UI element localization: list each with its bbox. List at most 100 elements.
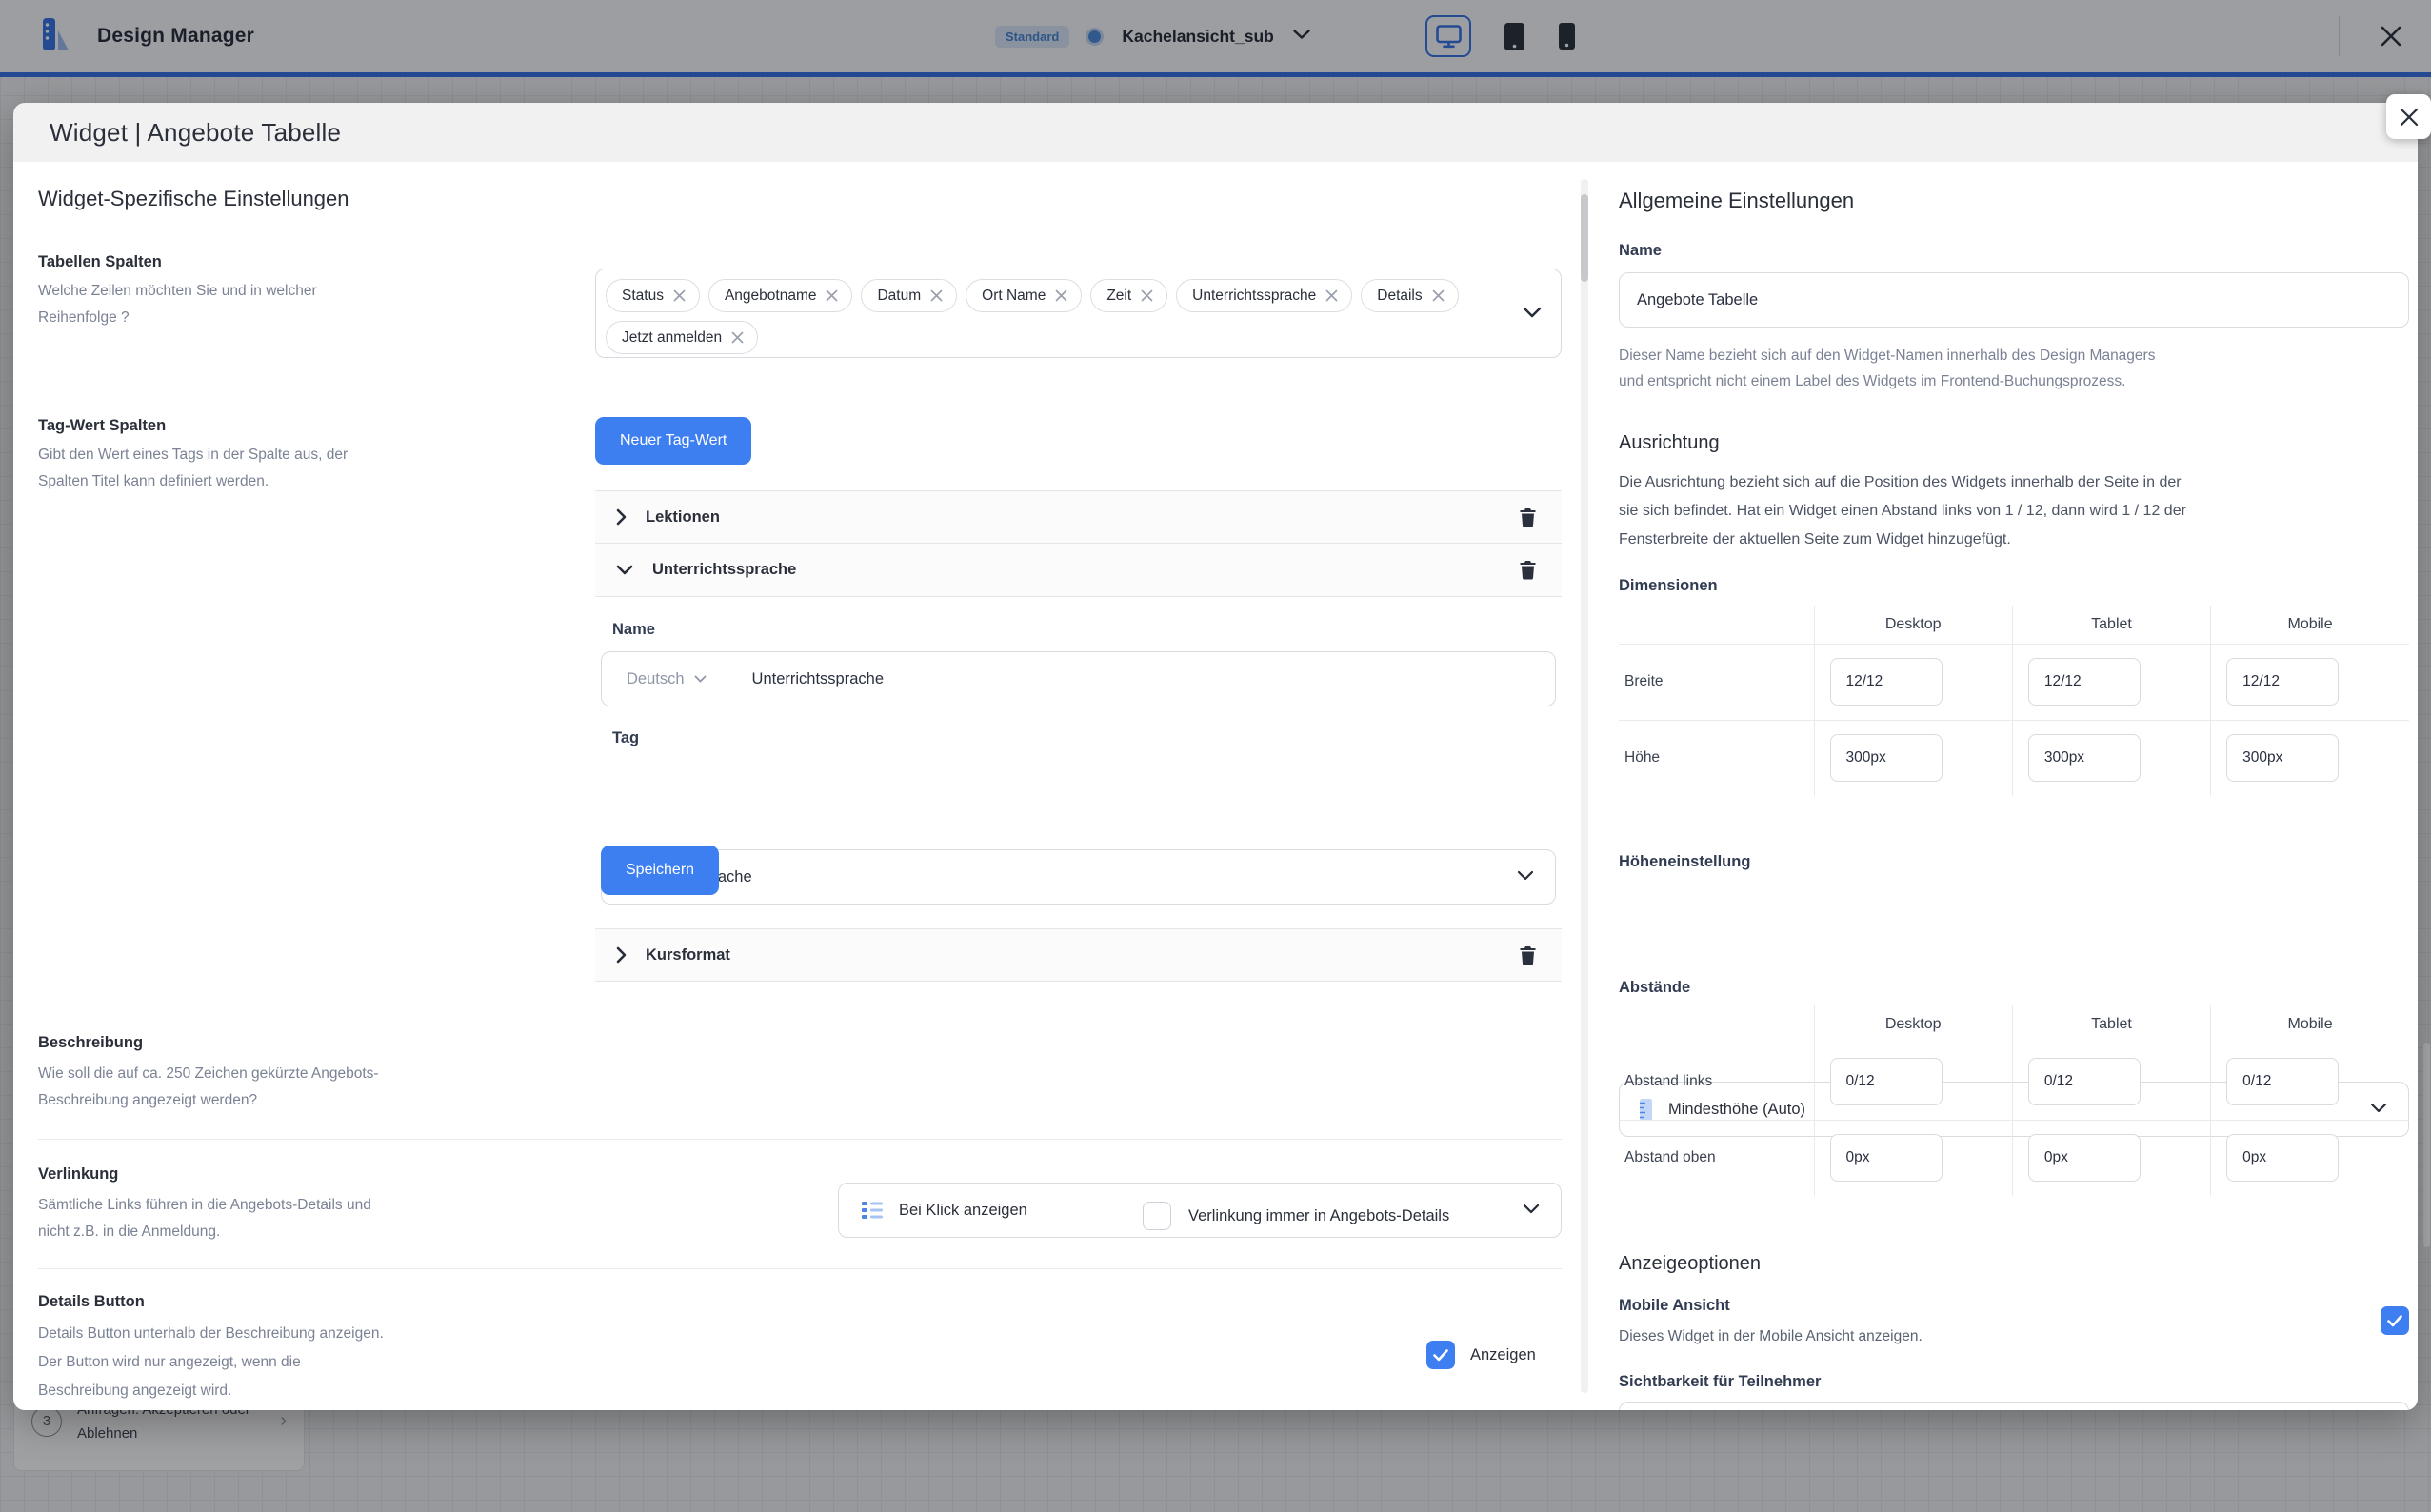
widget-name-input[interactable] — [1619, 272, 2409, 328]
details-button-label: Details Button — [38, 1293, 145, 1311]
mobile-ansicht-description: Dieses Widget in der Mobile Ansicht anze… — [1619, 1323, 1923, 1350]
table-columns-multiselect[interactable]: Status Angebotname Datum Ort Name Zeit U… — [595, 269, 1562, 358]
hoehe-tablet-input[interactable] — [2028, 734, 2141, 782]
abstaende-table: Desktop Tablet Mobile Abstand links Abst… — [1619, 1005, 2409, 1196]
table-row: Abstand links — [1619, 1044, 2409, 1120]
list-icon — [862, 1201, 884, 1220]
chip-angebotname[interactable]: Angebotname — [708, 279, 853, 312]
ausrichtung-description: Die Ausrichtung bezieht sich auf die Pos… — [1619, 468, 2186, 554]
hoehe-desktop-input[interactable] — [1830, 734, 1943, 782]
tag-wert-accordion: Lektionen Unterrichtssprache — [595, 490, 1562, 597]
remove-icon[interactable] — [673, 289, 686, 302]
chevron-down-icon — [694, 675, 707, 683]
verlinkung-description: Sämtliche Links führen in die Angebots-D… — [38, 1192, 371, 1245]
chevron-down-icon — [1523, 1202, 1540, 1219]
widget-settings-modal: Widget | Angebote Tabelle Widget-Spezifi… — [13, 103, 2418, 1410]
remove-icon[interactable] — [826, 289, 838, 302]
abstand-links-desktop-input[interactable] — [1830, 1058, 1943, 1105]
verlinkung-label: Verlinkung — [38, 1165, 118, 1184]
tabellen-spalten-label: Tabellen Spalten — [38, 253, 162, 271]
remove-icon[interactable] — [1432, 289, 1445, 302]
chevron-right-icon — [616, 946, 627, 964]
accordion-item-lektionen[interactable]: Lektionen — [595, 490, 1562, 544]
hoeheneinstellung-label: Höheneinstellung — [1619, 853, 1750, 871]
tag-select[interactable]: Kurssprache — [601, 849, 1556, 905]
tag-wert-spalten-description: Gibt den Wert eines Tags in der Spalte a… — [38, 442, 348, 495]
tag-column-name-input[interactable] — [737, 652, 1555, 706]
remove-icon[interactable] — [930, 289, 943, 302]
speichern-button[interactable]: Speichern — [601, 846, 719, 895]
remove-icon[interactable] — [1055, 289, 1067, 302]
abstand-links-tablet-input[interactable] — [2028, 1058, 2141, 1105]
check-icon — [2387, 1315, 2402, 1327]
tag-name-input-group: Deutsch — [601, 651, 1556, 706]
column-header-desktop: Desktop — [1814, 1005, 2012, 1044]
table-row: Breite — [1619, 644, 2409, 720]
chip-datum[interactable]: Datum — [861, 279, 957, 312]
table-row: Abstand oben — [1619, 1120, 2409, 1196]
breite-mobile-input[interactable] — [2226, 658, 2339, 706]
chevron-down-icon[interactable] — [1523, 306, 1542, 323]
modal-scrollbar-thumb[interactable] — [1581, 194, 1588, 282]
table-row: Höhe — [1619, 720, 2409, 796]
chip-jetzt-anmelden[interactable]: Jetzt anmelden — [606, 321, 758, 354]
anzeigen-checkbox[interactable] — [1426, 1341, 1455, 1369]
chip-unterrichtssprache[interactable]: Unterrichtssprache — [1176, 279, 1352, 312]
column-header-mobile: Mobile — [2211, 1005, 2409, 1044]
modal-title: Widget | Angebote Tabelle — [50, 118, 341, 148]
right-section-heading: Allgemeine Einstellungen — [1619, 189, 1854, 213]
neuer-tag-wert-button[interactable]: Neuer Tag-Wert — [595, 417, 751, 465]
abstand-links-mobile-input[interactable] — [2226, 1058, 2339, 1105]
anzeigen-checkbox-label: Anzeigen — [1470, 1346, 1536, 1364]
chevron-right-icon — [616, 508, 627, 526]
remove-icon[interactable] — [1141, 289, 1153, 302]
remove-icon[interactable] — [731, 331, 744, 344]
abstand-oben-mobile-input[interactable] — [2226, 1134, 2339, 1182]
tag-wert-spalten-label: Tag-Wert Spalten — [38, 417, 166, 435]
column-header-tablet: Tablet — [2012, 1005, 2210, 1044]
sichtbarkeit-label: Sichtbarkeit für Teilnehmer — [1619, 1373, 1821, 1391]
widget-name-helper: Dieser Name bezieht sich auf den Widget-… — [1619, 343, 2155, 394]
chip-ort-name[interactable]: Ort Name — [966, 279, 1082, 312]
details-button-description: Details Button unterhalb der Beschreibun… — [38, 1320, 384, 1405]
chip-zeit[interactable]: Zeit — [1090, 279, 1167, 312]
check-icon — [1433, 1349, 1448, 1362]
row-label-hoehe: Höhe — [1619, 720, 1814, 796]
dimensionen-label: Dimensionen — [1619, 577, 1718, 595]
modal-close-button[interactable] — [2386, 94, 2431, 139]
delete-kursformat-button[interactable] — [1515, 942, 1541, 969]
delete-lektionen-button[interactable] — [1515, 504, 1541, 531]
breite-tablet-input[interactable] — [2028, 658, 2141, 706]
page-scrollbar-thumb[interactable] — [2423, 1043, 2430, 1247]
left-section-heading: Widget-Spezifische Einstellungen — [38, 187, 349, 211]
chip-status[interactable]: Status — [606, 279, 700, 312]
row-label-abstand-oben: Abstand oben — [1619, 1120, 1814, 1196]
anzeigeoptionen-heading: Anzeigeoptionen — [1619, 1253, 1761, 1275]
accordion-item-unterrichtssprache[interactable]: Unterrichtssprache — [595, 544, 1562, 597]
ausrichtung-heading: Ausrichtung — [1619, 432, 1720, 454]
delete-unterrichtssprache-button[interactable] — [1515, 556, 1541, 584]
hoehe-mobile-input[interactable] — [2226, 734, 2339, 782]
remove-icon[interactable] — [1325, 289, 1338, 302]
column-header-mobile: Mobile — [2211, 606, 2409, 644]
mobile-ansicht-label: Mobile Ansicht — [1619, 1297, 1730, 1315]
row-label-breite: Breite — [1619, 644, 1814, 720]
verlinkung-checkbox[interactable] — [1143, 1202, 1171, 1230]
language-select[interactable]: Deutsch — [602, 670, 707, 688]
beschreibung-description: Wie soll die auf ca. 250 Zeichen gekürzt… — [38, 1061, 379, 1114]
trash-icon — [1519, 560, 1537, 580]
tag-name-label: Name — [612, 621, 655, 639]
verlinkung-checkbox-label: Verlinkung immer in Angebots-Details — [1188, 1207, 1449, 1225]
row-label-abstand-links: Abstand links — [1619, 1044, 1814, 1120]
modal-header: Widget | Angebote Tabelle — [13, 103, 2418, 162]
accordion-item-kursformat[interactable]: Kursformat — [595, 928, 1562, 982]
divider — [38, 1268, 1562, 1269]
abstand-oben-tablet-input[interactable] — [2028, 1134, 2141, 1182]
chip-details[interactable]: Details — [1361, 279, 1458, 312]
sichtbarkeit-select[interactable] — [1619, 1402, 2409, 1410]
tag-label: Tag — [612, 729, 639, 747]
beschreibung-label: Beschreibung — [38, 1034, 143, 1052]
abstand-oben-desktop-input[interactable] — [1830, 1134, 1943, 1182]
mobile-ansicht-checkbox[interactable] — [2381, 1306, 2409, 1335]
breite-desktop-input[interactable] — [1830, 658, 1943, 706]
